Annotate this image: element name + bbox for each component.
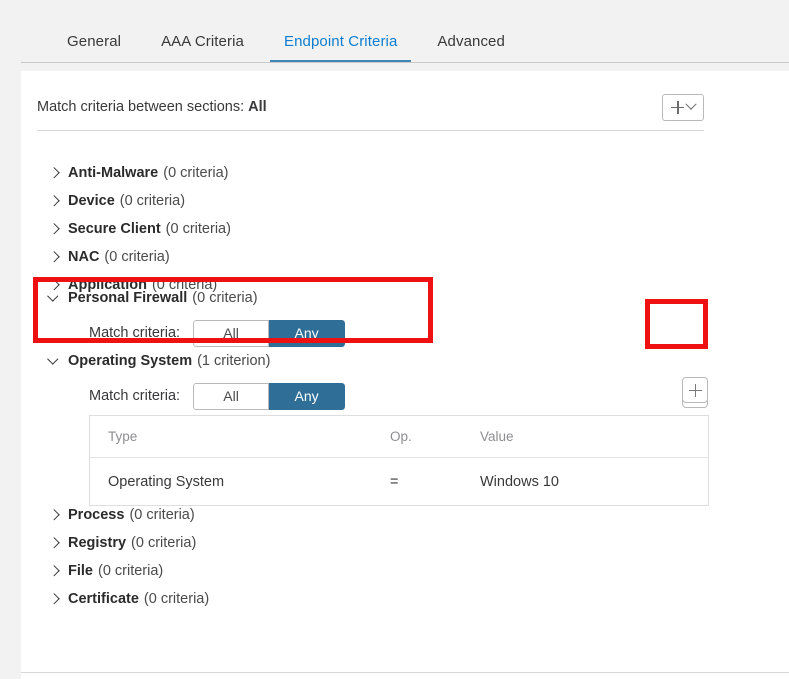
section-count: (0 criteria)	[97, 563, 164, 579]
chevron-right-icon	[48, 167, 60, 179]
section-count: (0 criteria)	[163, 165, 229, 181]
section-process[interactable]: Process (0 criteria)	[21, 503, 789, 527]
cell-op: =	[390, 473, 399, 490]
column-header-type: Type	[108, 429, 138, 444]
section-secure-client[interactable]: Secure Client (0 criteria)	[21, 217, 789, 241]
section-label: Device	[68, 193, 115, 209]
os-option-any[interactable]: Any	[269, 382, 346, 410]
section-count: (0 criteria)	[192, 290, 258, 306]
chevron-right-icon	[48, 509, 60, 521]
cell-type: Operating System	[108, 473, 225, 490]
section-count: (0 criteria)	[143, 591, 210, 607]
section-anti-malware[interactable]: Anti-Malware (0 criteria)	[21, 161, 789, 185]
content-card: Match criteria between sections: All Ant…	[21, 71, 789, 673]
section-label: NAC	[68, 249, 100, 265]
section-label: Personal Firewall	[68, 290, 188, 306]
tab-bar: General AAA Criteria Endpoint Criteria A…	[21, 0, 789, 63]
criteria-table: Type Op. Value Operating System = Window…	[89, 415, 709, 506]
tab-advanced[interactable]: Advanced	[423, 34, 519, 63]
os-add-criteria-button[interactable]	[682, 377, 708, 403]
section-label: Secure Client	[68, 221, 161, 237]
header-divider	[37, 130, 704, 131]
section-device[interactable]: Device (0 criteria)	[21, 189, 789, 213]
match-between-sections-value: All	[248, 99, 267, 115]
firewall-match-criteria-label: Match criteria:	[89, 325, 181, 341]
firewall-option-all[interactable]: All	[193, 319, 270, 347]
section-personal-firewall-block: Personal Firewall (0 criteria) Match cri…	[21, 286, 789, 348]
column-header-op: Op.	[390, 429, 412, 444]
section-label: Certificate	[68, 591, 139, 607]
table-header-row: Type Op. Value	[90, 416, 708, 458]
section-group-bottom: Process (0 criteria) Registry (0 criteri…	[21, 503, 789, 615]
chevron-right-icon	[48, 565, 60, 577]
page-left-gutter	[0, 0, 21, 679]
section-label: Anti-Malware	[68, 165, 159, 181]
chevron-down-icon	[685, 98, 697, 110]
chevron-right-icon	[48, 593, 60, 605]
plus-icon	[688, 383, 702, 397]
section-label: Registry	[68, 535, 127, 551]
section-registry[interactable]: Registry (0 criteria)	[21, 531, 789, 555]
section-nac[interactable]: NAC (0 criteria)	[21, 245, 789, 269]
section-label: Process	[68, 507, 125, 523]
section-certificate[interactable]: Certificate (0 criteria)	[21, 587, 789, 611]
section-file[interactable]: File (0 criteria)	[21, 559, 789, 583]
section-count: (0 criteria)	[129, 507, 195, 523]
tab-endpoint-criteria[interactable]: Endpoint Criteria	[269, 34, 412, 63]
firewall-option-any[interactable]: Any	[269, 319, 346, 347]
section-label: File	[68, 563, 93, 579]
section-count: (0 criteria)	[165, 221, 231, 237]
table-row[interactable]: Operating System = Windows 10	[90, 458, 708, 505]
add-section-dropdown-button[interactable]	[662, 93, 704, 121]
chevron-right-icon	[48, 223, 60, 235]
chevron-right-icon	[48, 537, 60, 549]
firewall-match-criteria-toggle[interactable]: All Any	[193, 319, 346, 347]
section-count: (0 criteria)	[119, 193, 186, 209]
match-between-sections-label: Match criteria between sections: All	[37, 99, 267, 115]
os-match-criteria-row: Match criteria: All Any	[21, 381, 789, 411]
match-between-sections-text: Match criteria between sections:	[37, 99, 245, 115]
section-personal-firewall[interactable]: Personal Firewall (0 criteria)	[21, 286, 789, 310]
tab-general[interactable]: General	[53, 34, 135, 63]
section-count: (1 criterion)	[197, 353, 271, 369]
cell-value: Windows 10	[480, 473, 559, 490]
chevron-right-icon	[48, 251, 60, 263]
os-match-criteria-toggle[interactable]: All Any	[193, 382, 346, 410]
plus-icon	[671, 100, 684, 114]
chevron-right-icon	[48, 195, 60, 207]
endpoint-criteria-page: General AAA Criteria Endpoint Criteria A…	[0, 0, 789, 679]
column-header-value: Value	[480, 429, 514, 444]
section-count: (0 criteria)	[104, 249, 170, 265]
chevron-down-icon	[48, 355, 60, 367]
section-operating-system-block: Operating System (1 criterion) Match cri…	[21, 349, 789, 411]
chevron-down-icon	[48, 292, 60, 304]
tab-bar-rule	[21, 62, 789, 63]
page-top-background-lower	[0, 63, 789, 71]
firewall-match-criteria-row: Match criteria: All Any	[21, 318, 789, 348]
os-match-criteria-label: Match criteria:	[89, 388, 181, 404]
section-group-top: Anti-Malware (0 criteria) Device (0 crit…	[21, 161, 789, 301]
section-count: (0 criteria)	[131, 535, 197, 551]
match-between-sections-row: Match criteria between sections: All	[37, 83, 704, 131]
os-option-all[interactable]: All	[193, 382, 270, 410]
section-label: Operating System	[68, 353, 193, 369]
section-operating-system[interactable]: Operating System (1 criterion)	[21, 349, 789, 373]
tab-aaa-criteria[interactable]: AAA Criteria	[147, 34, 258, 63]
